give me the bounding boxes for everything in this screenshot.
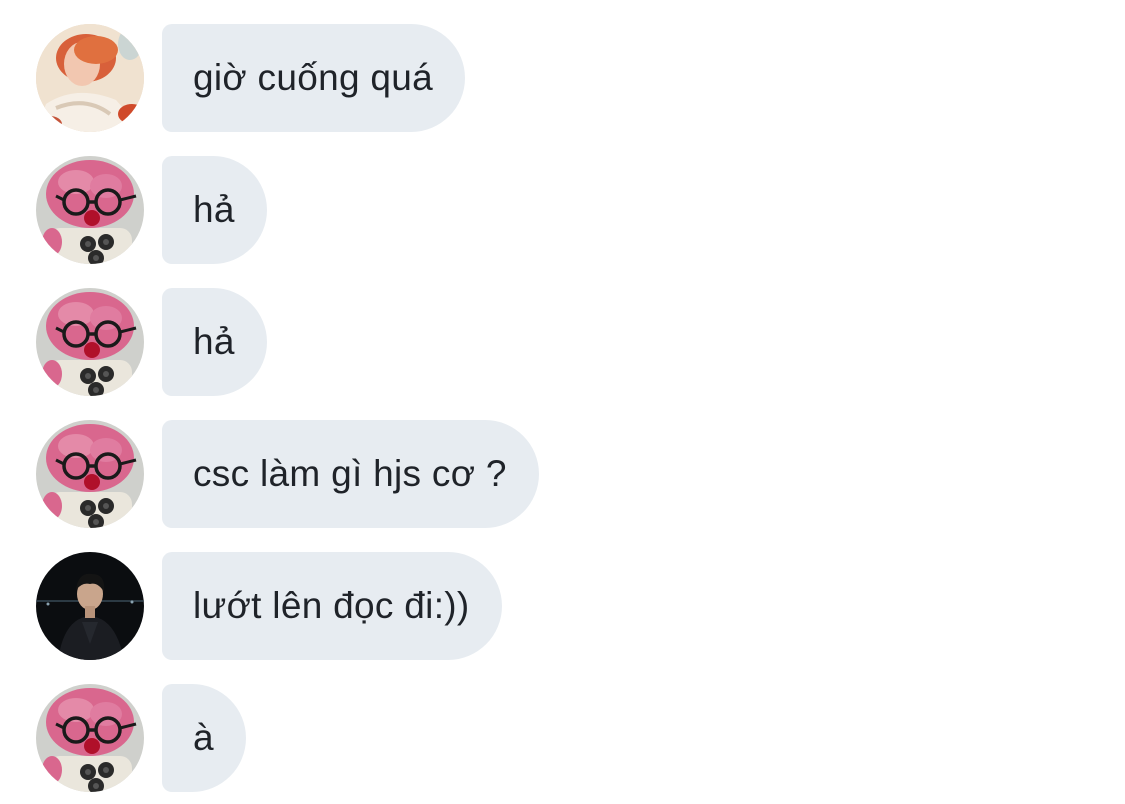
avatar-dark-portrait[interactable] bbox=[36, 552, 144, 660]
message-row: hả bbox=[36, 288, 267, 396]
avatar-pink-plush-glasses[interactable] bbox=[36, 420, 144, 528]
message-row: giờ cuống quá bbox=[36, 24, 466, 132]
avatar-orange-hair[interactable] bbox=[36, 24, 144, 132]
message-row: csc làm gì hjs cơ ? bbox=[36, 420, 539, 528]
message-row: hả bbox=[36, 156, 267, 264]
avatar-pink-plush-glasses[interactable] bbox=[36, 288, 144, 396]
message-row: à bbox=[36, 684, 246, 792]
message-bubble[interactable]: giờ cuống quá bbox=[162, 24, 466, 132]
message-row: lướt lên đọc đi:)) bbox=[36, 552, 502, 660]
message-text: à bbox=[193, 717, 214, 758]
message-bubble[interactable]: à bbox=[162, 684, 246, 792]
message-text: giờ cuống quá bbox=[193, 57, 434, 98]
avatar-pink-plush-glasses[interactable] bbox=[36, 156, 144, 264]
message-text: hả bbox=[193, 189, 235, 230]
message-bubble[interactable]: lướt lên đọc đi:)) bbox=[162, 552, 502, 660]
avatar-pink-plush-glasses[interactable] bbox=[36, 684, 144, 792]
chat-thread: giờ cuống quá hả hả csc làm gì hjs cơ ? bbox=[0, 0, 1125, 804]
message-bubble[interactable]: hả bbox=[162, 156, 267, 264]
message-bubble[interactable]: csc làm gì hjs cơ ? bbox=[162, 420, 539, 528]
message-bubble[interactable]: hả bbox=[162, 288, 267, 396]
message-text: csc làm gì hjs cơ ? bbox=[193, 453, 507, 494]
message-text: lướt lên đọc đi:)) bbox=[193, 585, 470, 626]
message-text: hả bbox=[193, 321, 235, 362]
